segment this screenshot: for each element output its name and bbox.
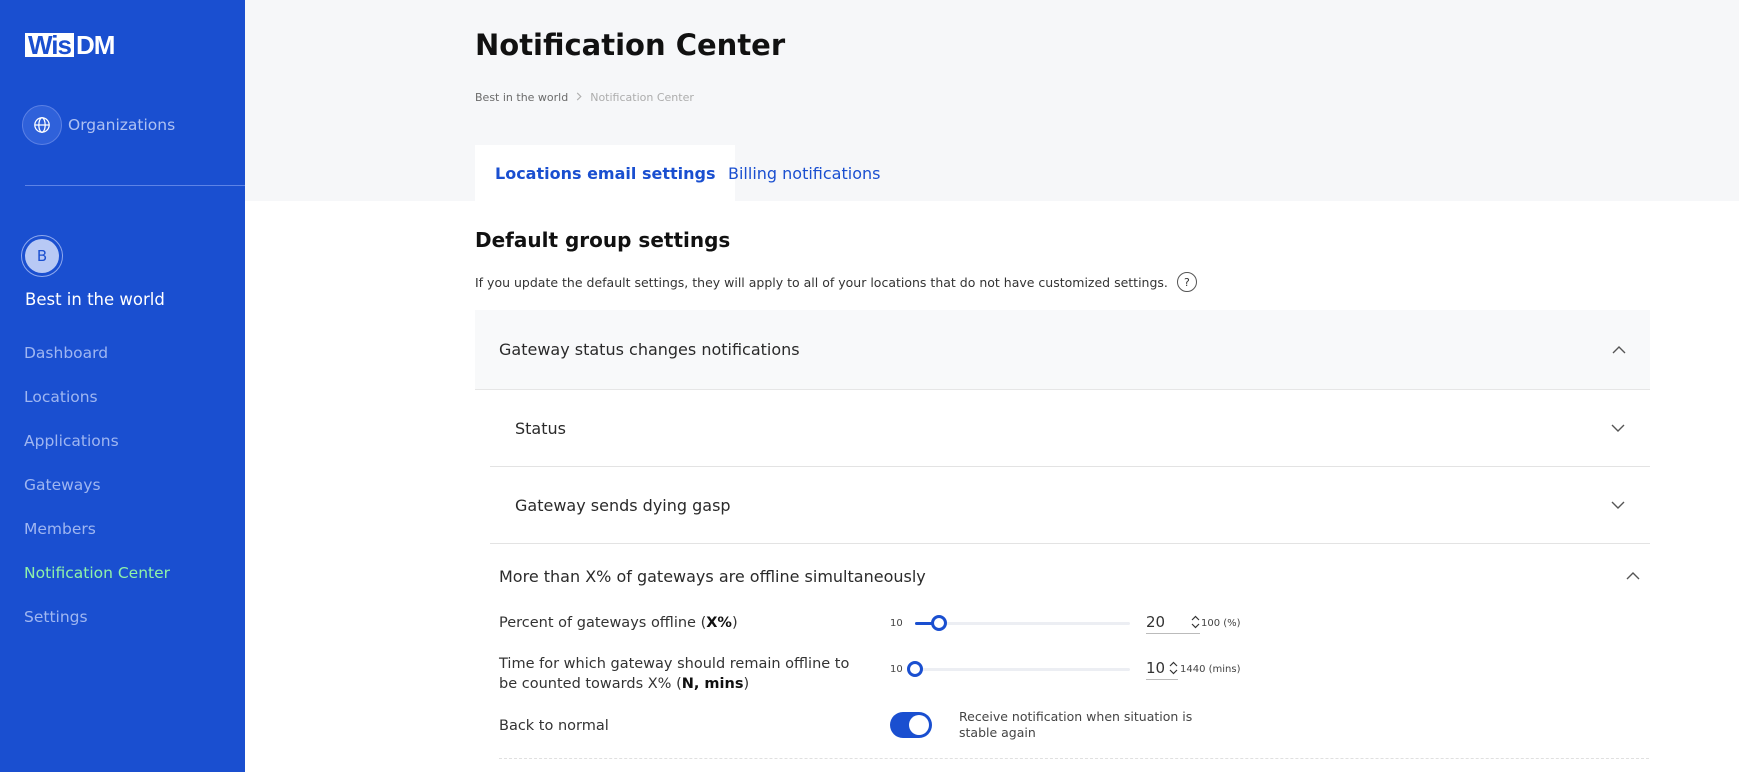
sidebar-nav: Dashboard Locations Applications Gateway… bbox=[24, 343, 170, 651]
organizations-label: Organizations bbox=[68, 116, 176, 134]
sidebar-item-gateways[interactable]: Gateways bbox=[24, 475, 170, 519]
panel-title: Status bbox=[515, 418, 566, 438]
time-slider[interactable] bbox=[907, 661, 1130, 677]
chevron-up-icon bbox=[1626, 569, 1640, 583]
label-prefix: Time for which gateway should remain off… bbox=[499, 656, 850, 692]
page-title: Notification Center bbox=[475, 28, 786, 62]
sidebar: Wis DM Organizations B Best in the world … bbox=[0, 0, 245, 772]
chevron-right-icon bbox=[576, 91, 582, 104]
logo-box-text: Wis bbox=[25, 32, 74, 58]
avatar-initial: B bbox=[25, 239, 59, 273]
label-suffix: ) bbox=[731, 615, 738, 631]
page-header bbox=[245, 0, 1739, 201]
logo-rest-text: DM bbox=[76, 30, 115, 60]
tab-locations-email-settings[interactable]: Locations email settings bbox=[475, 145, 736, 201]
percent-offline-value: 20 bbox=[1146, 612, 1166, 631]
toggle-knob bbox=[909, 715, 929, 735]
percent-slider-max: 100 (%) bbox=[1201, 618, 1241, 629]
percent-slider[interactable] bbox=[915, 615, 1130, 631]
panel-gateway-status-changes[interactable]: Gateway status changes notifications bbox=[475, 310, 1650, 390]
sidebar-divider bbox=[25, 185, 245, 186]
stepper-icon[interactable] bbox=[1191, 615, 1200, 629]
chevron-up-icon bbox=[1612, 343, 1626, 357]
stepper-icon[interactable] bbox=[1169, 661, 1178, 675]
time-slider-min: 10 bbox=[890, 664, 903, 675]
tab-billing-notifications[interactable]: Billing notifications bbox=[708, 145, 900, 201]
account-name: Best in the world bbox=[25, 290, 165, 309]
panel-status[interactable]: Status bbox=[490, 390, 1650, 467]
percent-offline-input[interactable]: 20 bbox=[1146, 610, 1200, 634]
globe-icon bbox=[22, 105, 62, 145]
chevron-down-icon bbox=[1611, 498, 1625, 512]
time-slider-max: 1440 (mins) bbox=[1180, 664, 1241, 675]
breadcrumb-item-account[interactable]: Best in the world bbox=[475, 91, 568, 104]
back-to-normal-toggle[interactable] bbox=[890, 712, 932, 738]
offline-time-value: 10 bbox=[1146, 658, 1166, 677]
label-suffix: ) bbox=[743, 676, 750, 692]
percent-slider-min: 10 bbox=[890, 618, 903, 629]
sidebar-item-applications[interactable]: Applications bbox=[24, 431, 170, 475]
panel-title: Gateway status changes notifications bbox=[499, 340, 800, 359]
organizations-link[interactable]: Organizations bbox=[22, 105, 175, 145]
row-divider bbox=[499, 758, 1649, 759]
label-prefix: Percent of gateways offline ( bbox=[499, 615, 707, 631]
back-to-normal-description: Receive notification when situation is s… bbox=[959, 709, 1193, 740]
breadcrumb: Best in the world Notification Center bbox=[475, 91, 694, 104]
section-title: Default group settings bbox=[475, 228, 731, 252]
panel-title: More than X% of gateways are offline sim… bbox=[499, 566, 926, 586]
panel-gateways-offline[interactable]: More than X% of gateways are offline sim… bbox=[490, 544, 1650, 608]
sidebar-item-members[interactable]: Members bbox=[24, 519, 170, 563]
sidebar-item-dashboard[interactable]: Dashboard bbox=[24, 343, 170, 387]
offline-time-input[interactable]: 10 bbox=[1146, 656, 1178, 680]
panel-dying-gasp[interactable]: Gateway sends dying gasp bbox=[490, 467, 1650, 544]
breadcrumb-item-current: Notification Center bbox=[590, 91, 694, 104]
wisdm-logo[interactable]: Wis DM bbox=[25, 30, 115, 60]
sidebar-item-settings[interactable]: Settings bbox=[24, 607, 170, 651]
section-description: If you update the default settings, they… bbox=[475, 272, 1197, 292]
time-slider-thumb[interactable] bbox=[907, 661, 923, 677]
back-to-normal-label: Back to normal bbox=[499, 718, 609, 734]
account-avatar[interactable]: B bbox=[21, 235, 63, 277]
chevron-down-icon bbox=[1611, 421, 1625, 435]
label-bold: N, mins bbox=[681, 676, 744, 692]
percent-offline-label: Percent of gateways offline (X%) bbox=[499, 613, 738, 633]
section-description-text: If you update the default settings, they… bbox=[475, 274, 1168, 290]
sidebar-item-notification-center[interactable]: Notification Center bbox=[24, 563, 170, 607]
label-bold: X% bbox=[706, 615, 732, 631]
percent-slider-thumb[interactable] bbox=[931, 615, 947, 631]
panel-title: Gateway sends dying gasp bbox=[515, 495, 731, 515]
sidebar-item-locations[interactable]: Locations bbox=[24, 387, 170, 431]
help-icon[interactable]: ? bbox=[1176, 272, 1197, 292]
offline-time-label: Time for which gateway should remain off… bbox=[499, 654, 859, 694]
